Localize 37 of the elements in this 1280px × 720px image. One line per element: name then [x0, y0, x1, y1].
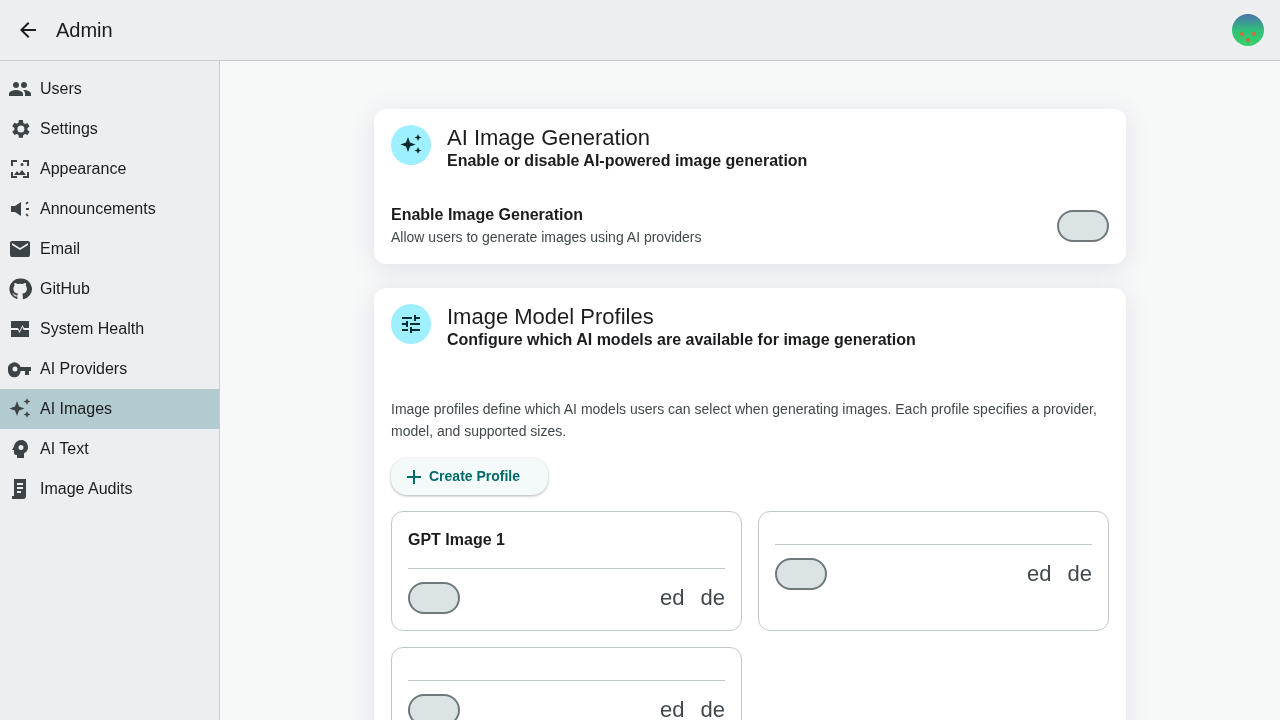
setting-description: Allow users to generate images using AI providers	[391, 228, 703, 247]
sidebar-item[interactable]: Users	[0, 69, 219, 109]
sidebar-item[interactable]: AI Text	[0, 429, 219, 469]
delete-button[interactable]: de	[700, 581, 725, 614]
profile-name: GPT Image 1	[408, 530, 506, 550]
edit-button[interactable]: ed	[660, 581, 685, 614]
sidebar-item[interactable]: GitHub	[0, 269, 219, 309]
sidebar-item[interactable]: Appearance	[0, 149, 219, 189]
card-title: Image Model Profiles	[447, 304, 655, 330]
avatar[interactable]	[1232, 14, 1264, 46]
edit-button[interactable]: ed	[1027, 557, 1052, 590]
setting-label: Enable Image Generation	[391, 205, 585, 225]
edit-button[interactable]: ed	[660, 693, 685, 720]
plus-icon	[407, 469, 421, 484]
card-subtitle: Configure which AI models are available for image generation	[447, 330, 916, 350]
github-icon	[8, 277, 32, 301]
sidebar-item[interactable]: Email	[0, 229, 219, 269]
app-title: Admin	[56, 18, 113, 43]
toggle-switch[interactable]	[408, 693, 460, 720]
sliders-icon	[391, 304, 431, 344]
sidebar-item[interactable]: Settings	[0, 109, 219, 149]
image-frame-icon	[8, 157, 32, 181]
description-text: Image profiles define which AI models users can select when generating images. Each profile specifies a provider, model, and supported sizes.	[391, 400, 1098, 441]
sidebar-item[interactable]: AI Providers	[0, 349, 219, 389]
sidebar-item[interactable]: Announcements	[0, 189, 219, 229]
delete-button[interactable]: de	[1067, 557, 1092, 590]
toggle-switch[interactable]	[408, 581, 460, 614]
sparkle-icon	[391, 125, 431, 165]
card-subtitle: Enable or disable AI-powered image generation	[447, 151, 808, 171]
sidebar-item[interactable]: System Health	[0, 309, 219, 349]
toggle-switch[interactable]	[775, 557, 827, 590]
sidebar-item[interactable]: AI Images	[0, 389, 219, 429]
card-title: AI Image Generation	[447, 125, 651, 151]
toggle-switch[interactable]	[1057, 209, 1109, 242]
sidebar-item[interactable]: Image Audits	[0, 469, 219, 509]
delete-button[interactable]: de	[700, 693, 725, 720]
create-profile-button[interactable]: Create Profile	[391, 458, 549, 495]
